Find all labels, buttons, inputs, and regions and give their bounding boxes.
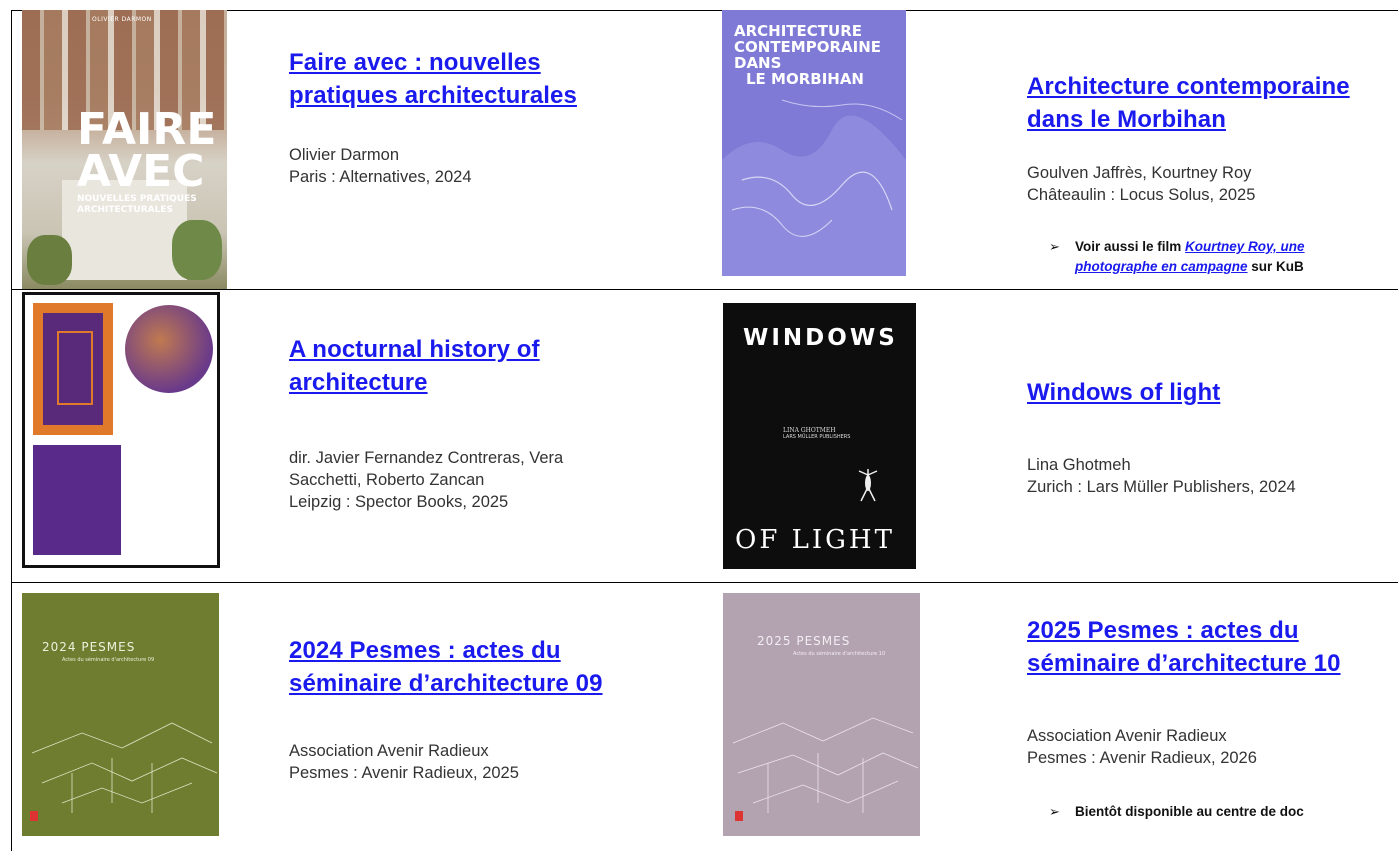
- book-publisher: Paris : Alternatives, 2024: [289, 168, 472, 186]
- book-entry-pesmes-2025: 2025 Pesmes : actes du séminaire d’archit…: [1027, 614, 1387, 769]
- book-title-link[interactable]: Faire avec : nouvelles pratiques architec…: [289, 46, 689, 112]
- cover-title-bottom: OF LIGHT: [735, 525, 895, 555]
- book-cover-pesmes-2025[interactable]: 2025 PESMES Actes du séminaire d'archite…: [723, 593, 920, 836]
- cover-big-title-2: AVEC: [77, 146, 205, 197]
- publisher-logo-icon: [30, 811, 38, 821]
- book-author: dir. Javier Fernandez Contreras, Vera: [289, 449, 564, 467]
- book-entry-nocturnal: A nocturnal history of architecture dir. …: [289, 333, 699, 513]
- book-author: Lina Ghotmeh: [1027, 456, 1131, 474]
- book-cover-pesmes-2024[interactable]: 2024 PESMES Actes du séminaire d'archite…: [22, 593, 219, 836]
- cover-subtitle: Actes du séminaire d'architecture 10: [793, 651, 886, 657]
- cover-subtitle-1: NOUVELLES PRATIQUES: [77, 194, 197, 204]
- book-publisher: Pesmes : Avenir Radieux, 2026: [1027, 749, 1257, 767]
- cover-subtitle-2: ARCHITECTURALES: [77, 205, 173, 215]
- cover-author: OLIVIER DARMON: [92, 16, 152, 23]
- cover-title-line: LE MORBIHAN: [746, 70, 864, 88]
- book-publisher: Zurich : Lars Müller Publishers, 2024: [1027, 478, 1296, 496]
- moon-illustration: [125, 305, 213, 393]
- floorplan-illustration: [33, 303, 113, 435]
- book-entry-windows-of-light: Windows of light Lina Ghotmeh Zurich : L…: [1027, 376, 1387, 498]
- sketch-illustration: [31, 722, 218, 813]
- book-author: Goulven Jaffrès, Kourtney Roy: [1027, 164, 1252, 182]
- cover-title-top: WINDOWS: [743, 325, 898, 351]
- book-author: Association Avenir Radieux: [1027, 727, 1227, 745]
- book-author: Association Avenir Radieux: [289, 742, 489, 760]
- book-publisher: Châteaulin : Locus Solus, 2025: [1027, 186, 1256, 204]
- book-cover-morbihan[interactable]: ARCHITECTURE CONTEMPORAINE DANS LE MORBI…: [722, 10, 906, 276]
- book-title-link[interactable]: 2024 Pesmes : actes du séminaire d’archit…: [289, 634, 699, 700]
- sketch-illustration: [732, 717, 919, 813]
- cover-title: 2025 PESMES: [757, 634, 851, 648]
- book-title-link[interactable]: Architecture contemporaine dans le Morbih…: [1027, 70, 1387, 136]
- availability-note: ➢ Bientôt disponible au centre de doc: [1049, 802, 1393, 822]
- row-divider: [11, 289, 1398, 290]
- book-entry-pesmes-2024: 2024 Pesmes : actes du séminaire d’archit…: [289, 634, 699, 784]
- book-publisher: Leipzig : Spector Books, 2025: [289, 493, 509, 511]
- arrow-bullet-icon: ➢: [1049, 239, 1060, 254]
- book-author: Sacchetti, Roberto Zancan: [289, 471, 485, 489]
- book-title-link[interactable]: A nocturnal history of architecture: [289, 333, 699, 399]
- book-title-link[interactable]: Windows of light: [1027, 376, 1387, 409]
- book-cover-windows-of-light[interactable]: WINDOWS LINA GHOTMEH LARS MÜLLER PUBLISH…: [723, 303, 916, 569]
- cover-title: 2024 PESMES: [42, 640, 136, 654]
- book-cover-nocturnal[interactable]: [22, 292, 220, 568]
- publisher-logo-icon: [735, 811, 743, 821]
- book-publisher: Pesmes : Avenir Radieux, 2025: [289, 764, 519, 782]
- photo-illustration: [33, 445, 121, 555]
- book-entry-faire-avec: Faire avec : nouvelles pratiques architec…: [289, 46, 689, 188]
- related-film-note: ➢ Voir aussi le film Kourtney Roy, une ph…: [1049, 239, 1305, 274]
- arrow-bullet-icon: ➢: [1049, 804, 1060, 819]
- book-title-link[interactable]: 2025 Pesmes : actes du séminaire d’archit…: [1027, 614, 1387, 680]
- cover-publisher: LARS MÜLLER PUBLISHERS: [783, 434, 851, 440]
- row-divider: [11, 582, 1398, 583]
- book-cover-faire-avec[interactable]: OLIVIER DARMON FAIRE AVEC NOUVELLES PRAT…: [22, 10, 227, 289]
- cover-author: LINA GHOTMEH: [783, 427, 836, 434]
- book-author: Olivier Darmon: [289, 146, 400, 164]
- book-entry-morbihan: Architecture contemporaine dans le Morbih…: [1027, 70, 1387, 206]
- insect-icon: [858, 469, 878, 502]
